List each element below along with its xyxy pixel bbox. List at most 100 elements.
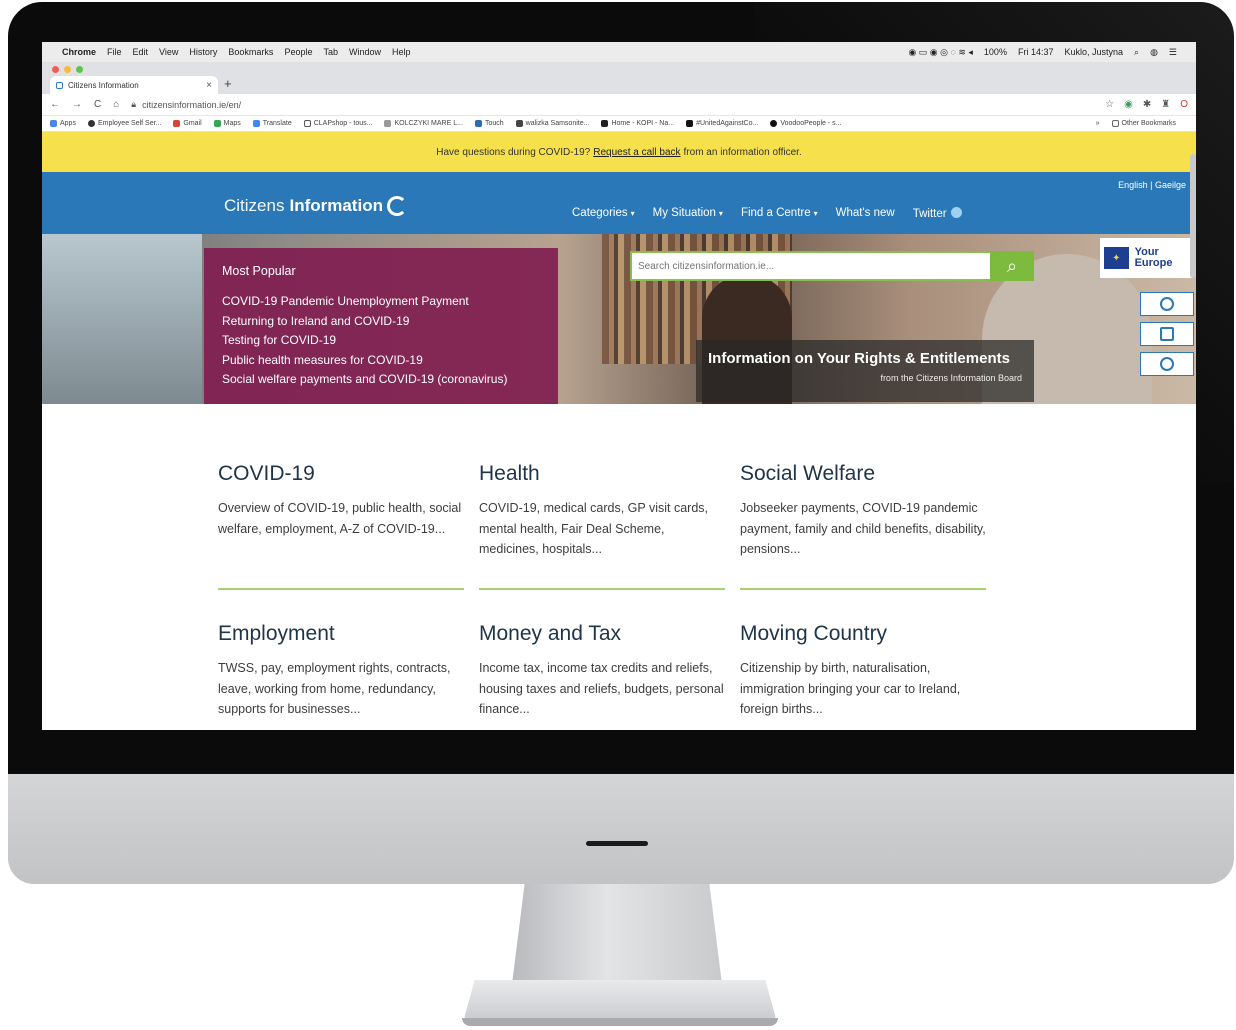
screen: Chrome File Edit View History Bookmarks … [42, 42, 1196, 730]
popular-link[interactable]: COVID-19 Pandemic Unemployment Payment [222, 292, 540, 312]
card-title[interactable]: Health [479, 462, 727, 486]
browser-tab[interactable]: Citizens Information × [50, 76, 218, 94]
siri-icon[interactable]: ◍ [1150, 47, 1158, 58]
card-title[interactable]: Social Welfare [740, 462, 988, 486]
arrow-icon [515, 120, 523, 127]
category-card-health[interactable]: Health COVID-19, medical cards, GP visit… [479, 462, 727, 560]
more-bookmarks-icon[interactable]: » [1096, 120, 1100, 127]
category-card-employment[interactable]: Employment TWSS, pay, employment rights,… [218, 622, 466, 720]
forward-icon[interactable]: → [72, 99, 82, 110]
card-title[interactable]: COVID-19 [218, 462, 466, 486]
nav-my-situation[interactable]: My Situation ▾ [653, 207, 723, 220]
home-icon[interactable]: ⌂ [113, 99, 119, 110]
card-title[interactable]: Employment [218, 622, 466, 646]
most-popular-panel: Most Popular COVID-19 Pandemic Unemploym… [204, 248, 558, 404]
site-logo[interactable]: Citizens Information [224, 196, 407, 216]
extension-icon[interactable]: ◉ [1124, 99, 1133, 110]
bookmark-label: Apps [60, 120, 76, 127]
nav-twitter[interactable]: Twitter [913, 207, 962, 220]
bookmarks-bar: Apps Employee Self Ser... Gmail Maps Tra… [42, 116, 1196, 132]
close-window-button[interactable] [52, 66, 59, 73]
close-tab-icon[interactable]: × [206, 80, 212, 91]
category-card-social-welfare[interactable]: Social Welfare Jobseeker payments, COVID… [740, 462, 988, 560]
bookmark-apps[interactable]: Apps [50, 120, 76, 127]
other-bookmarks[interactable]: Other Bookmarks [1111, 120, 1176, 127]
headset-icon [1160, 357, 1174, 371]
bookmark-label: Translate [262, 120, 292, 127]
mac-menubar: Chrome File Edit View History Bookmarks … [42, 42, 1196, 62]
zoom-window-button[interactable] [76, 66, 83, 73]
category-card-moving-country[interactable]: Moving Country Citizenship by birth, nat… [740, 622, 988, 720]
menu-bookmarks[interactable]: Bookmarks [228, 47, 273, 57]
bookmark-kolczyki[interactable]: KOLCZYKI MARE L... [384, 120, 463, 127]
popular-link[interactable]: Testing for COVID-19 [222, 331, 540, 351]
bookmark-translate[interactable]: Translate [252, 120, 292, 127]
contact-assistance-button[interactable] [1140, 352, 1194, 376]
covid-banner: Have questions during COVID-19? Request … [42, 132, 1196, 172]
page-scrollbar[interactable] [1190, 154, 1196, 278]
card-title[interactable]: Moving Country [740, 622, 988, 646]
card-title[interactable]: Money and Tax [479, 622, 727, 646]
user-name[interactable]: Kuklo, Justyna [1064, 47, 1123, 57]
menu-app-name[interactable]: Chrome [62, 47, 96, 57]
card-text: Overview of COVID-19, public health, soc… [218, 501, 462, 536]
request-callback-link[interactable]: Request a call back [593, 147, 680, 158]
twitter-icon [950, 207, 962, 218]
bookmark-touch[interactable]: Touch [474, 120, 504, 127]
back-icon[interactable]: ← [50, 99, 60, 110]
nav-label: My Situation [652, 207, 716, 219]
status-icons[interactable]: ◉ ▭ ◉ ◎ ◌ ≋ ◂ [908, 47, 972, 58]
spotlight-icon[interactable]: ⌕ [1134, 47, 1139, 58]
nav-categories[interactable]: Categories ▾ [572, 207, 635, 220]
card-text: Jobseeker payments, COVID-19 pandemic pa… [740, 501, 986, 556]
nav-find-centre[interactable]: Find a Centre ▾ [741, 207, 818, 220]
opera-icon[interactable]: O [1180, 99, 1188, 110]
minimize-window-button[interactable] [64, 66, 71, 73]
menu-tab[interactable]: Tab [323, 47, 338, 57]
url-text[interactable]: citizensinformation.ie/en/ [142, 100, 241, 110]
url-field[interactable]: 🔒︎ citizensinformation.ie/en/ [131, 99, 1095, 110]
help-button[interactable] [1140, 292, 1194, 316]
extensions-puzzle-icon[interactable]: ♜ [1161, 99, 1170, 110]
category-card-money-tax[interactable]: Money and Tax Income tax, income tax cre… [479, 622, 727, 720]
translate-icon [252, 120, 260, 127]
menu-history[interactable]: History [189, 47, 217, 57]
imac-stand-foot [462, 1018, 778, 1026]
search-button[interactable]: ⌕ [990, 251, 1034, 281]
menu-help[interactable]: Help [392, 47, 411, 57]
bookmark-kopi[interactable]: Home - KOPI - Na... [601, 120, 674, 127]
popular-link[interactable]: Public health measures for COVID-19 [222, 351, 540, 371]
tab-title: Citizens Information [68, 80, 139, 90]
popular-link[interactable]: Social welfare payments and COVID-19 (co… [222, 370, 540, 390]
your-europe-badge[interactable]: ✦ Your Europe [1100, 238, 1192, 278]
menu-window[interactable]: Window [349, 47, 381, 57]
bookmark-maps[interactable]: Maps [213, 120, 241, 127]
folder-icon [1111, 120, 1119, 127]
search-input[interactable] [630, 251, 990, 281]
bookmark-star-icon[interactable]: ☆ [1105, 99, 1114, 110]
bookmark-gmail[interactable]: Gmail [173, 120, 202, 127]
bookmark-clapshop[interactable]: CLAPshop - tous... [303, 120, 372, 127]
category-card-covid[interactable]: COVID-19 Overview of COVID-19, public he… [218, 462, 466, 539]
new-tab-button[interactable]: + [224, 76, 232, 91]
popular-link[interactable]: Returning to Ireland and COVID-19 [222, 312, 540, 332]
menu-people[interactable]: People [284, 47, 312, 57]
bookmark-voodoo[interactable]: VoodooPeople - s... [770, 120, 841, 127]
menu-edit[interactable]: Edit [133, 47, 149, 57]
bookmark-united[interactable]: #UnitedAgainstCo... [686, 120, 758, 127]
control-center-icon[interactable]: ☰ [1169, 47, 1177, 58]
menu-file[interactable]: File [107, 47, 122, 57]
bookmark-walizka[interactable]: walizka Samsonite... [515, 120, 589, 127]
bookmark-employee[interactable]: Employee Self Ser... [87, 120, 161, 127]
language-switch[interactable]: English | Gaeilge [1118, 180, 1186, 190]
menu-view[interactable]: View [159, 47, 178, 57]
nav-label: Categories [572, 207, 628, 219]
report-obstacle-button[interactable] [1140, 322, 1194, 346]
nav-whats-new[interactable]: What's new [836, 207, 895, 220]
imac-stand [512, 884, 722, 984]
bookmark-label: Gmail [183, 120, 202, 127]
reload-icon[interactable]: C [94, 99, 101, 110]
battery-level[interactable]: 100% [984, 47, 1007, 57]
clock[interactable]: Fri 14:37 [1018, 47, 1054, 57]
extension-pin-icon[interactable]: ✱ [1143, 99, 1151, 110]
